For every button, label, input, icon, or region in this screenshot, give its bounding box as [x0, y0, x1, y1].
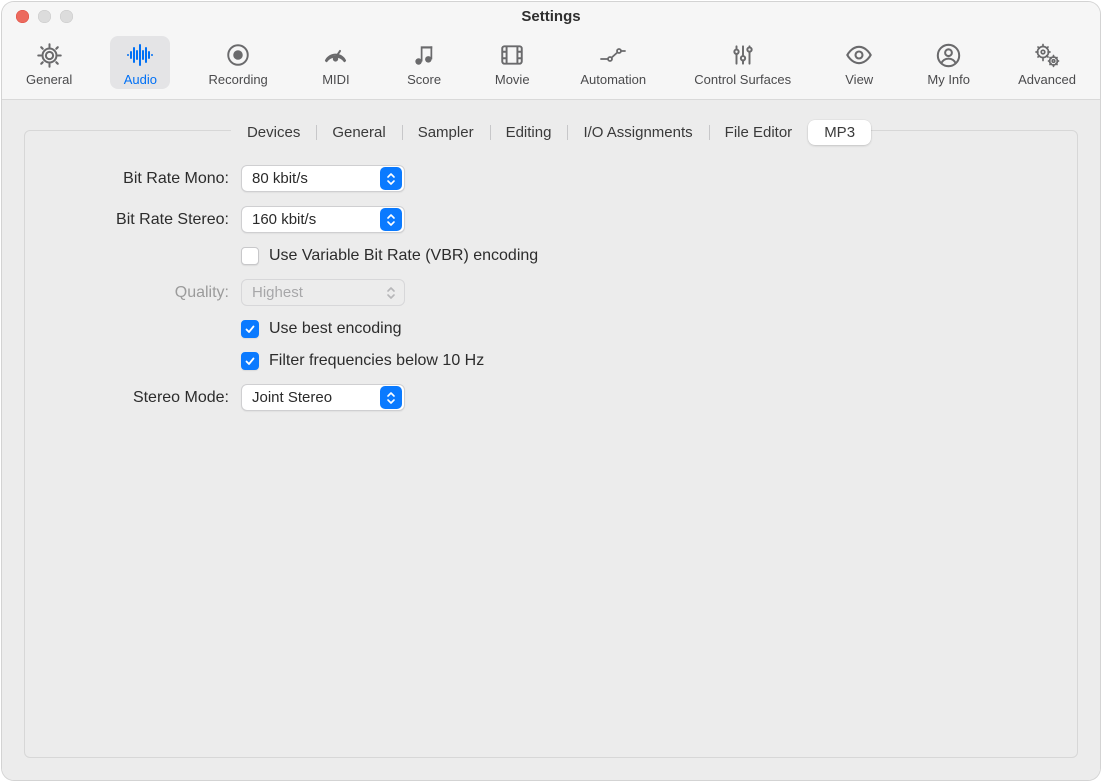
toolbar-item-my-info[interactable]: My Info: [917, 36, 980, 89]
tab-io-assignments[interactable]: I/O Assignments: [567, 120, 708, 145]
quality-label: Quality:: [49, 284, 229, 302]
bit-rate-mono-label: Bit Rate Mono:: [49, 170, 229, 188]
zoom-window-button[interactable]: [60, 10, 73, 23]
toolbar-item-general[interactable]: General: [16, 36, 82, 89]
bit-rate-stereo-popup[interactable]: 160 kbit/s: [241, 206, 405, 233]
minimize-window-button[interactable]: [38, 10, 51, 23]
toolbar-label: Advanced: [1018, 72, 1076, 87]
toolbar-item-view[interactable]: View: [829, 36, 889, 89]
content-area: Devices General Sampler Editing I/O Assi…: [2, 100, 1100, 780]
person-circle-icon: [934, 40, 964, 70]
filter-low-checkbox[interactable]: [241, 352, 259, 370]
vbr-label: Use Variable Bit Rate (VBR) encoding: [269, 247, 538, 265]
toolbar-item-control-surfaces[interactable]: Control Surfaces: [684, 36, 801, 89]
record-icon: [223, 40, 253, 70]
mp3-settings-panel: Bit Rate Mono: 80 kbit/s Bit Rate Stereo…: [24, 130, 1078, 758]
stereo-mode-popup[interactable]: Joint Stereo: [241, 384, 405, 411]
window-controls: [2, 10, 73, 23]
tab-sampler[interactable]: Sampler: [402, 120, 490, 145]
music-notes-icon: [409, 40, 439, 70]
film-icon: [497, 40, 527, 70]
subtab-bar: Devices General Sampler Editing I/O Assi…: [231, 120, 871, 145]
best-encoding-label: Use best encoding: [269, 320, 402, 338]
bit-rate-mono-popup[interactable]: 80 kbit/s: [241, 165, 405, 192]
best-encoding-checkbox[interactable]: [241, 320, 259, 338]
stepper-arrows-icon: [380, 386, 402, 409]
tab-general[interactable]: General: [316, 120, 401, 145]
toolbar-item-midi[interactable]: MIDI: [306, 36, 366, 89]
stepper-arrows-icon: [380, 281, 402, 304]
toolbar-label: View: [845, 72, 873, 87]
automation-curve-icon: [598, 40, 628, 70]
tab-file-editor[interactable]: File Editor: [709, 120, 809, 145]
bit-rate-stereo-label: Bit Rate Stereo:: [49, 211, 229, 229]
toolbar-item-advanced[interactable]: Advanced: [1008, 36, 1086, 89]
toolbar-item-automation[interactable]: Automation: [570, 36, 656, 89]
mp3-form: Bit Rate Mono: 80 kbit/s Bit Rate Stereo…: [49, 165, 1053, 411]
tab-mp3[interactable]: MP3: [808, 120, 871, 145]
toolbar-item-score[interactable]: Score: [394, 36, 454, 89]
toolbar-label: My Info: [927, 72, 970, 87]
tab-editing[interactable]: Editing: [490, 120, 568, 145]
stepper-arrows-icon: [380, 208, 402, 231]
toolbar-item-movie[interactable]: Movie: [482, 36, 542, 89]
quality-popup: Highest: [241, 279, 405, 306]
gauge-icon: [321, 40, 351, 70]
gear-icon: [34, 40, 64, 70]
stepper-arrows-icon: [380, 167, 402, 190]
toolbar-label: Movie: [495, 72, 530, 87]
bit-rate-mono-value: 80 kbit/s: [242, 170, 378, 187]
vbr-checkbox[interactable]: [241, 247, 259, 265]
sliders-icon: [728, 40, 758, 70]
toolbar-label: MIDI: [322, 72, 349, 87]
toolbar-label: Audio: [124, 72, 157, 87]
toolbar-label: Automation: [580, 72, 646, 87]
titlebar: Settings: [2, 2, 1100, 30]
toolbar-item-recording[interactable]: Recording: [199, 36, 278, 89]
toolbar-label: Score: [407, 72, 441, 87]
settings-window: Settings General: [2, 2, 1100, 780]
tab-devices[interactable]: Devices: [231, 120, 316, 145]
stereo-mode-label: Stereo Mode:: [49, 389, 229, 407]
stereo-mode-value: Joint Stereo: [242, 389, 378, 406]
close-window-button[interactable]: [16, 10, 29, 23]
toolbar-item-audio[interactable]: Audio: [110, 36, 170, 89]
toolbar-label: Recording: [209, 72, 268, 87]
gears-icon: [1032, 40, 1062, 70]
toolbar-label: General: [26, 72, 72, 87]
waveform-icon: [125, 40, 155, 70]
eye-icon: [844, 40, 874, 70]
toolbar-label: Control Surfaces: [694, 72, 791, 87]
window-title: Settings: [2, 8, 1100, 25]
preferences-toolbar: General Audio Recording: [2, 30, 1100, 100]
quality-value: Highest: [242, 284, 378, 301]
filter-low-label: Filter frequencies below 10 Hz: [269, 352, 484, 370]
bit-rate-stereo-value: 160 kbit/s: [242, 211, 378, 228]
